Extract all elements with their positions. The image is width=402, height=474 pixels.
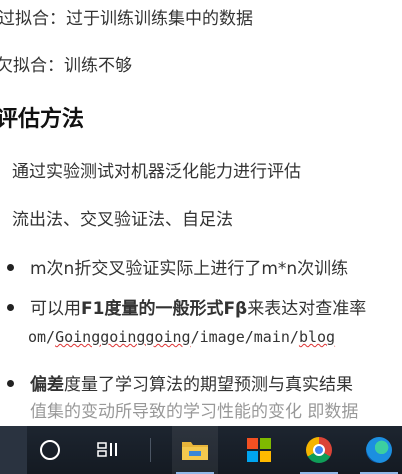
document-area: 过拟合：过于训练训练集中的数据 欠拟合：训练不够 评估方法 通过实验测试对机器泛…: [0, 0, 402, 426]
bold-term: F1度量的一般形式Fβ: [81, 299, 248, 319]
taskbar: [0, 426, 402, 474]
bullet-dot: [7, 380, 14, 387]
microsoft-store-icon[interactable]: [236, 426, 282, 474]
list-item-suffix: 来表达对查准率: [247, 299, 367, 319]
bold-term: 偏差: [30, 375, 64, 395]
list-item-prefix: 可以用: [30, 299, 81, 319]
cortana-search-icon[interactable]: [30, 426, 70, 474]
edge-icon[interactable]: [356, 426, 402, 474]
list-item-text: m次n折交叉验证实际上进行了m*n次训练: [30, 259, 349, 279]
overfit-line: 过拟合：过于训练训练集中的数据: [0, 9, 253, 29]
list-item-text: 可以用F1度量的一般形式Fβ来表达对查准率: [30, 294, 366, 319]
bullet-dot: [7, 304, 14, 311]
url-fragment: om/: [28, 328, 56, 346]
eval-line: 通过实验测试对机器泛化能力进行评估: [12, 162, 301, 182]
list-item-text: 偏差度量了学习算法的期望预测与真实结果: [30, 370, 353, 395]
chrome-icon[interactable]: [296, 426, 342, 474]
url-link-user[interactable]: Goinggoinggoing: [55, 328, 190, 346]
partial-line: 值集的变动所导致的学习性能的变化 即数据: [30, 402, 359, 422]
section-heading: 评估方法: [0, 107, 85, 132]
underfit-line: 欠拟合：训练不够: [0, 56, 132, 76]
url-fragment: /image/main/: [190, 328, 299, 346]
start-icon[interactable]: [0, 426, 27, 474]
image-url-line: om/Goinggoinggoing/image/main/blog: [28, 328, 335, 346]
url-link-blog[interactable]: blog: [299, 328, 335, 346]
task-view-icon[interactable]: [88, 426, 128, 474]
methods-line: 流出法、交叉验证法、自足法: [12, 210, 233, 230]
taskbar-divider: [150, 438, 151, 462]
file-explorer-icon[interactable]: [172, 426, 218, 474]
list-item-rest: 度量了学习算法的期望预测与真实结果: [64, 375, 353, 395]
bullet-dot: [7, 264, 14, 271]
